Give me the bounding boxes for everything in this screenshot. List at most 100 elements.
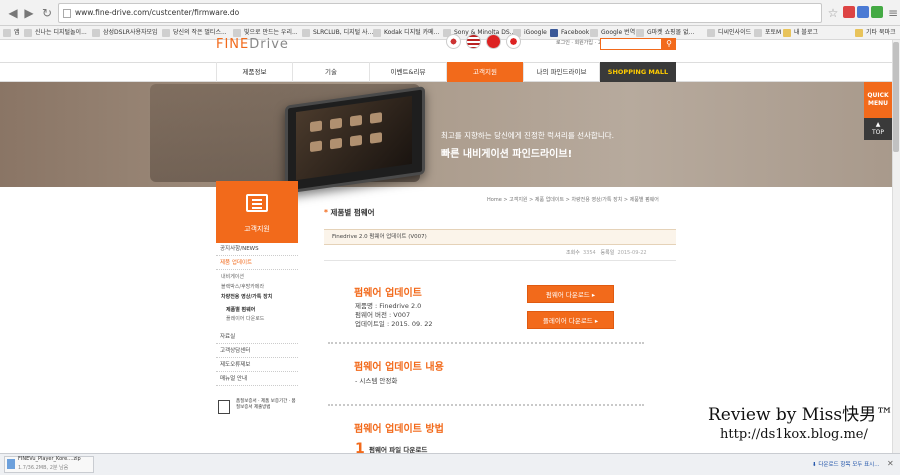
section-update-method: 펌웨어 업데이트 방법 [354,424,444,435]
section-update-content: 펌웨어 업데이트 내용 [354,362,444,373]
folder-icon [783,29,791,37]
address-bar[interactable]: www.fine-drive.com/custcenter/firmware.d… [58,3,822,23]
apps-icon [3,29,11,37]
app-icon [310,140,322,153]
app-icon [370,132,382,144]
download-bar [0,453,900,475]
close-icon[interactable]: ✕ [887,459,894,468]
translate-extension-icon[interactable] [857,6,869,18]
app-icon [370,112,382,124]
folder-icon [855,29,863,37]
nav-shopping-mall[interactable]: SHOPPING MALL [599,62,676,82]
show-all-downloads-link[interactable]: ⬇ 다운로드 항목 모두 표시... [812,460,879,468]
firmware-download-button[interactable]: 펌웨어 다운로드 ▸ [527,285,614,303]
search-icon[interactable]: ⚲ [662,38,676,50]
bookmark-item[interactable]: SLRCLUB, 디지털 사... [302,28,373,38]
bookmark-item[interactable]: Facebook [550,28,589,38]
bookmark-item[interactable]: Kodak 디지털 카메... [373,28,439,38]
favicon-icon [162,29,170,37]
app-icon [310,120,322,133]
divider [324,260,676,261]
bookmark-star-icon[interactable]: ☆ [824,4,842,22]
sidebar-title: 고객지원 [244,225,270,233]
post-title: Finedrive 2.0 펌웨어 업데이트 (V007) [324,229,676,245]
favicon-icon [302,29,310,37]
download-status: 1.7/36.2MB, 2분 남음 [18,465,69,471]
firmware-version: 펌웨어 버전 : V007 [355,311,411,319]
nav-product[interactable]: 제품정보 [216,62,292,82]
dotted-divider [328,342,644,344]
japan-flag-icon[interactable] [506,34,521,49]
section-firmware-update: 펌웨어 업데이트 [354,288,422,299]
sidebar-sub-blackbox[interactable]: 블랙박스/후방카메라 [221,283,264,291]
bookmark-item[interactable]: 삼성DSLR사용자모임 [92,28,158,38]
app-icon [350,134,362,147]
dotted-divider [328,404,644,406]
bookmark-item[interactable]: 디씨인사이드 [707,28,751,38]
document-icon [246,194,268,212]
extension-icon[interactable] [871,6,883,18]
sidebar-item-notice[interactable]: 공지사항/NEWS [216,243,298,256]
favicon-icon [92,29,100,37]
update-date: 업데이트일 : 2015. 09. 22 [355,320,433,328]
sidebar-sub-firmware[interactable]: 제품별 펌웨어 [226,306,255,314]
sidebar-item-consult[interactable]: 고객상담센터 [216,345,298,358]
file-icon [7,459,15,469]
hero-title: 빠른 내비게이션 파인드라이브! [441,149,573,160]
sidebar-item-update[interactable]: 제품 업데이트 [216,257,298,270]
top-button[interactable]: ▲ TOP [864,118,892,140]
app-icon [330,137,342,150]
bookmark-item[interactable]: G마켓 쇼핑몰 없... [636,28,694,38]
url-text: www.fine-drive.com/custcenter/firmware.d… [75,8,240,17]
nav-my-finedrive[interactable]: 나의 파인드라이브 [523,62,599,82]
nav-event-review[interactable]: 이벤트&리뷰 [369,62,446,82]
bookmark-item[interactable]: 내 블로그 [783,28,818,38]
favicon-icon [24,29,32,37]
usa-flag-icon[interactable] [466,34,481,49]
reload-icon[interactable]: ↻ [38,4,56,22]
update-content-item: - 시스템 안정화 [355,377,398,385]
app-icon [330,117,342,130]
post-meta: 조회수 3354 등록일 2015-09-22 [566,250,647,256]
download-filename: FINEVu_Player_Kore....zip [18,456,81,462]
google-icon [590,29,598,37]
watermark-url: http://ds1kox.blog.me/ [720,427,868,442]
breadcrumb: Home > 고객지원 > 제품 업데이트 > 차량전용 영상/가톡 장치 > … [487,197,659,203]
watermark-title: Review by Miss快男™ [708,405,894,425]
bookmark-item[interactable]: 신나는 디지털놀이... [24,28,87,38]
favicon-icon [707,29,715,37]
favicon-icon [754,29,762,37]
sidebar-item-report[interactable]: 제도오류제보 [216,359,298,372]
app-icon [350,114,362,127]
korea-flag-icon[interactable] [446,34,461,49]
favicon-icon [373,29,381,37]
bookmark-item[interactable]: 포토M [754,28,781,38]
facebook-icon [550,29,558,37]
page-title: * 제품별 펌웨어 [324,208,375,217]
search-input[interactable] [600,38,662,50]
sidebar-sub-navigation[interactable]: 내비게이션 [221,273,244,281]
browser-toolbar: ◀ ▶ ↻ www.fine-drive.com/custcenter/firm… [0,0,900,26]
nav-support[interactable]: 고객지원 [446,62,523,82]
site-logo[interactable]: FINEDrive [216,37,289,52]
quick-menu-button[interactable]: QUICK MENU [864,82,892,118]
page-icon [63,9,71,18]
hero-tagline: 최고를 지향하는 당신에게 진정한 럭셔리를 선사합니다. [441,131,615,140]
menu-icon[interactable]: ≡ [884,4,900,22]
player-download-button[interactable]: 플레이어 다운로드 ▸ [527,311,614,329]
bookmark-apps[interactable]: 앱 [3,28,20,38]
nav-technology[interactable]: 기술 [292,62,369,82]
certificate-icon [218,400,230,414]
scrollbar-thumb[interactable] [893,42,899,152]
china-flag-icon[interactable] [486,34,501,49]
sidebar-sub-vehicle-av[interactable]: 차량전용 영상/가톡 장치 [221,293,272,301]
arrow-up-icon: ▲ [875,121,881,128]
favicon-icon [233,29,241,37]
gmail-extension-icon[interactable] [843,6,855,18]
sidebar-item-manual[interactable]: 매뉴얼 안내 [216,373,298,386]
sidebar-item-downloads[interactable]: 자료실 [216,331,298,344]
sidebar-sub-player[interactable]: 플레이어 다운로드 [226,315,264,323]
forward-icon[interactable]: ▶ [20,4,38,22]
bookmark-item[interactable]: Google 번역 [590,28,635,38]
bookmark-item[interactable]: 기타 북마크 [855,28,896,38]
